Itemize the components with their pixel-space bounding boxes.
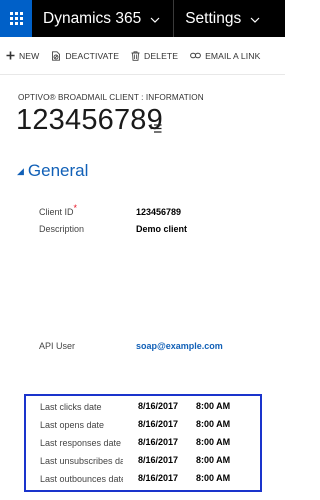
command-bar: NEW DEACTIVATE DELETE EMAIL A LINK — [0, 37, 285, 75]
deactivate-button[interactable]: DEACTIVATE — [51, 51, 119, 61]
app-launcher-button[interactable] — [0, 0, 32, 37]
app-name: Dynamics 365 — [43, 9, 142, 27]
delete-label: DELETE — [144, 50, 179, 61]
last-unsubscribes-time-value[interactable]: 8:00 AM — [196, 455, 230, 465]
section-general-toggle[interactable]: ◢ General — [17, 161, 88, 181]
last-clicks-time-value[interactable]: 8:00 AM — [196, 401, 230, 411]
record-menu-icon[interactable] — [150, 120, 162, 138]
dates-highlight-box: Last clicks date 8/16/2017 8:00 AM Last … — [24, 394, 262, 492]
last-outbounces-date-value[interactable]: 8/16/2017 — [138, 473, 178, 483]
api-user-field[interactable]: soap@example.com — [136, 341, 223, 351]
chevron-down-icon — [150, 10, 160, 28]
collapse-triangle-icon: ◢ — [17, 165, 24, 176]
last-unsubscribes-date-label: Last unsubscribes date — [40, 456, 123, 466]
client-id-field[interactable]: 123456789 — [136, 207, 181, 217]
waffle-icon — [9, 12, 23, 25]
area-name: Settings — [185, 9, 242, 27]
last-clicks-date-value[interactable]: 8/16/2017 — [138, 401, 178, 411]
section-title: General — [27, 161, 89, 180]
app-switcher[interactable]: Dynamics 365 — [32, 0, 175, 37]
description-field[interactable]: Demo client — [136, 224, 187, 234]
email-a-link-button[interactable]: EMAIL A LINK — [190, 51, 260, 61]
last-opens-date-label: Last opens date — [40, 420, 105, 430]
new-button[interactable]: NEW — [6, 51, 39, 61]
top-nav-bar: Dynamics 365 Settings — [0, 0, 285, 37]
deactivate-label: DEACTIVATE — [65, 50, 120, 61]
deactivate-icon — [51, 50, 61, 61]
plus-icon — [6, 51, 15, 60]
last-responses-time-value[interactable]: 8:00 AM — [196, 437, 230, 447]
new-label: NEW — [19, 50, 40, 61]
chevron-down-icon — [250, 10, 260, 28]
last-opens-time-value[interactable]: 8:00 AM — [196, 419, 230, 429]
client-id-label: Client ID* — [39, 204, 77, 218]
area-switcher[interactable]: Settings — [174, 0, 270, 37]
link-icon — [190, 52, 201, 59]
trash-icon — [131, 50, 140, 61]
email-a-link-label: EMAIL A LINK — [205, 50, 261, 61]
delete-button[interactable]: DELETE — [131, 51, 178, 61]
required-indicator: * — [73, 203, 78, 213]
last-unsubscribes-date-value[interactable]: 8/16/2017 — [138, 455, 178, 465]
api-user-label: API User — [39, 341, 76, 351]
last-outbounces-time-value[interactable]: 8:00 AM — [196, 473, 230, 483]
last-responses-date-label: Last responses date — [40, 438, 122, 448]
last-clicks-date-label: Last clicks date — [40, 402, 102, 412]
last-opens-date-value[interactable]: 8/16/2017 — [138, 419, 178, 429]
description-label: Description — [39, 224, 85, 234]
client-id-label-text: Client ID — [39, 207, 74, 217]
last-responses-date-value[interactable]: 8/16/2017 — [138, 437, 178, 447]
record-title: 123456789 — [16, 104, 163, 136]
last-outbounces-date-label: Last outbounces date — [40, 474, 123, 484]
form-selector-label[interactable]: OPTIVO® BROADMAIL CLIENT : INFORMATION — [18, 93, 204, 102]
